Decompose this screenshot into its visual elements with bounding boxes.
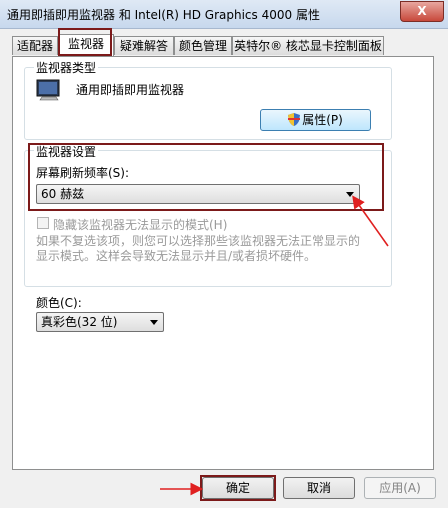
tab-intel-control-panel[interactable]: 英特尔® 核芯显卡控制面板 [232,36,384,55]
monitor-type-label: 监视器类型 [34,59,99,76]
properties-button-label: 属性(P) [302,113,343,127]
cancel-button[interactable]: 取消 [283,477,355,499]
uac-shield-icon [288,113,300,126]
ok-annotation-box [200,475,276,501]
properties-button[interactable]: 属性(P) [260,109,371,131]
apply-button[interactable]: 应用(A) [364,477,436,499]
hide-modes-hint: 如果不复选该项，则您可以选择那些该监视器无法正常显示的显示模式。这样会导致无法显… [36,234,361,263]
close-button[interactable]: X [400,1,444,22]
settings-annotation-box [28,143,384,211]
monitor-name: 通用即插即用监视器 [76,83,185,97]
tab-troubleshoot[interactable]: 疑难解答 [114,36,174,55]
hide-modes-checkbox[interactable] [37,217,49,229]
tab-adapter[interactable]: 适配器 [12,36,58,55]
title-bar[interactable]: 通用即插即用监视器 和 Intel(R) HD Graphics 4000 属性… [0,0,448,29]
window-title: 通用即插即用监视器 和 Intel(R) HD Graphics 4000 属性 [7,8,320,22]
monitor-icon [36,79,60,101]
color-label: 颜色(C): [36,296,82,310]
color-depth-select[interactable]: 真彩色(32 位) [36,312,164,332]
chevron-down-icon [150,320,158,325]
hide-modes-label: 隐藏该监视器无法显示的模式(H) [53,218,228,232]
tab-annotation-box [58,28,112,56]
tab-color-management[interactable]: 颜色管理 [174,36,232,55]
properties-dialog: 通用即插即用监视器 和 Intel(R) HD Graphics 4000 属性… [0,0,448,508]
color-depth-value: 真彩色(32 位) [41,315,118,329]
